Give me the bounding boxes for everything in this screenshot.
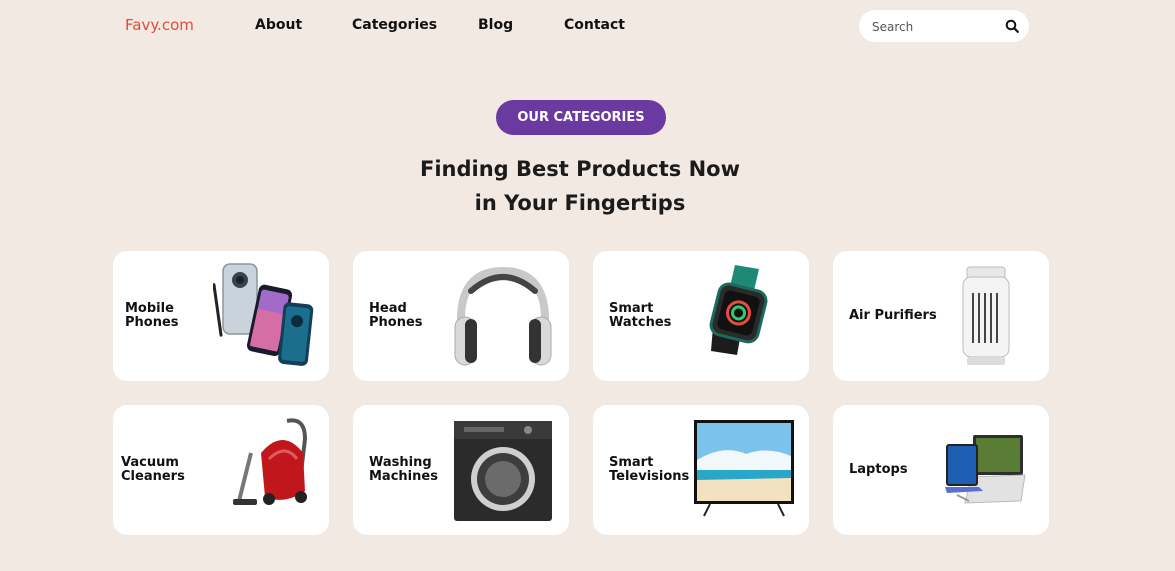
category-label: Air Purifiers xyxy=(849,308,937,323)
category-card-headphones[interactable]: Head Phones xyxy=(353,251,569,381)
category-card-air-purifiers[interactable]: Air Purifiers xyxy=(833,251,1049,381)
mobile-phones-image xyxy=(213,263,314,366)
nav-about[interactable]: About xyxy=(255,17,302,33)
section-title-line-1: Finding Best Products Now xyxy=(420,157,740,181)
vacuum-cleaner-image xyxy=(233,418,308,505)
headphones-image xyxy=(454,266,552,366)
category-card-vacuum-cleaners[interactable]: Vacuum Cleaners xyxy=(113,405,329,535)
category-card-washing-machines[interactable]: Washing Machines xyxy=(353,405,569,535)
smart-watch-image xyxy=(709,265,768,355)
category-label: Smart Watches xyxy=(609,301,672,330)
section-title: Finding Best Products Now in Your Finger… xyxy=(380,152,780,220)
air-purifier-image xyxy=(962,266,1010,365)
search-box xyxy=(859,10,1029,42)
search-input[interactable] xyxy=(870,17,999,37)
nav-blog[interactable]: Blog xyxy=(478,17,513,33)
brand-logo[interactable]: Favy.com xyxy=(125,16,194,34)
section-title-line-2: in Your Fingertips xyxy=(474,191,686,215)
nav-contact[interactable]: Contact xyxy=(564,17,625,33)
nav-categories[interactable]: Categories xyxy=(352,17,437,33)
category-card-smart-televisions[interactable]: Smart Televisions xyxy=(593,405,809,535)
our-categories-badge[interactable]: OUR CATEGORIES xyxy=(496,100,666,135)
category-card-smart-watches[interactable]: Smart Watches xyxy=(593,251,809,381)
category-label: Vacuum Cleaners xyxy=(121,455,185,484)
laptops-image xyxy=(945,435,1026,504)
television-image xyxy=(694,420,794,517)
category-card-mobile-phones[interactable]: Mobile Phones xyxy=(113,251,329,381)
washing-machine-image xyxy=(454,421,552,521)
category-label: Laptops xyxy=(849,462,908,477)
search-icon[interactable] xyxy=(1005,19,1019,33)
category-card-laptops[interactable]: Laptops xyxy=(833,405,1049,535)
category-label: Mobile Phones xyxy=(125,301,179,330)
